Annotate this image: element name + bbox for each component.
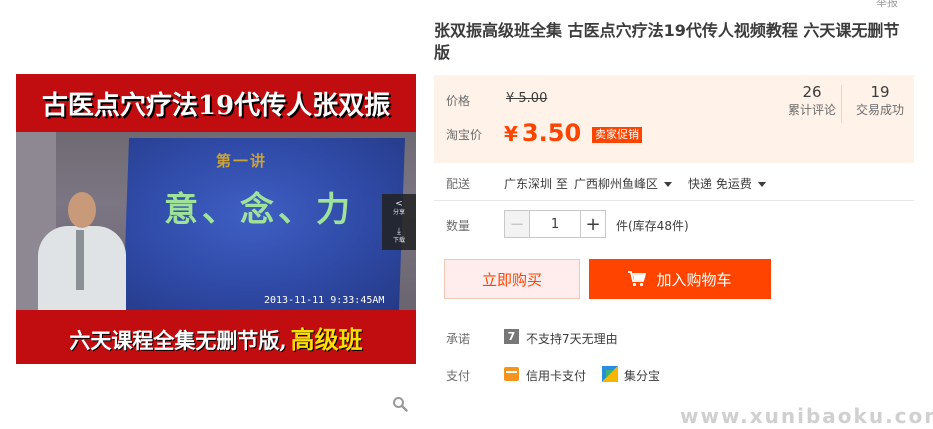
shipping-destination-select[interactable]: 广西柳州鱼峰区 [574,175,673,192]
shipping-row: 配送 广东深圳 至 广西柳州鱼峰区 快递 免运费 [434,173,914,193]
image-bottom-text: 六天课程全集无删节版, 高级班 [69,320,362,355]
lecturer-head [68,192,96,228]
promo-price-value: 3.50 [521,119,582,147]
quantity-input[interactable] [530,210,580,238]
original-price: ¥ 5.00 [506,91,548,106]
quantity-increase-button[interactable]: + [580,210,606,238]
payment-method-jifenbao[interactable]: 集分宝 [624,367,660,384]
image-bottom-main: 六天课程全集无删节版, [69,327,287,353]
share-icon: < [395,198,403,209]
download-icon: ⤓ [397,226,401,237]
reviews-count: 26 [802,83,822,101]
quantity-row: 数量 − + 件(库存48件) [434,210,914,240]
download-label: 下载 [392,236,405,244]
jifenbao-icon [602,366,618,382]
main-product-image[interactable]: 古医点穴疗法19代传人张双振 第一讲 意、念、力 2013-11-11 9:33… [16,74,416,364]
zoom-icon[interactable] [392,396,408,412]
shipping-label: 配送 [446,177,471,191]
sales-stat: 19 交易成功 [848,83,912,119]
chevron-down-icon [757,182,766,187]
image-timestamp: 2013-11-11 9:33:45AM [264,295,385,306]
report-link[interactable]: 举报 [876,0,898,10]
seven-day-icon: 7 [504,329,519,344]
download-button[interactable]: ⤓ 下载 [382,222,416,250]
divider [434,200,914,201]
watermark: www.xunibaoku.com [680,404,933,428]
lecture-scene: 第一讲 意、念、力 2013-11-11 9:33:45AM < 分享 ⤓ 下载 [16,132,416,310]
chevron-down-icon [664,182,673,187]
image-top-text: 古医点穴疗法19代传人张双振 [41,90,391,121]
promise-text[interactable]: 不支持7天无理由 [526,330,618,347]
promo-price: ¥3.50 [504,119,581,148]
cart-icon [628,271,647,287]
screen-subtitle: 第一讲 [216,152,268,170]
quantity-label: 数量 [446,219,471,233]
lecturer-tie [76,230,84,290]
shipping-fee: 快递 免运费 [688,177,752,191]
promo-badge: 卖家促销 [592,127,642,143]
sales-label: 交易成功 [855,103,904,117]
share-label: 分享 [392,208,405,216]
shipping-destination: 广西柳州鱼峰区 [574,177,659,191]
image-top-banner: 古医点穴疗法19代传人张双振 [16,74,416,132]
payment-label: 支付 [446,369,471,383]
share-toolbar: < 分享 ⤓ 下载 [382,194,416,250]
share-button[interactable]: < 分享 [382,194,416,222]
add-to-cart-button[interactable]: 加入购物车 [589,259,771,299]
screen-main-text: 意、念、力 [164,190,354,230]
buy-now-button[interactable]: 立即购买 [444,259,580,299]
shipping-method-select[interactable]: 快递 免运费 [688,175,766,192]
original-price-label: 价格 [446,94,471,108]
add-to-cart-label: 加入购物车 [656,270,732,289]
shipping-from: 广东深圳 至 [504,177,568,191]
stat-divider [841,85,842,123]
credit-card-icon [504,367,519,381]
product-title: 张双振高级班全集 古医点穴疗法19代传人视频教程 六天课无删节版 [434,21,900,62]
image-bottom-banner: 六天课程全集无删节版, 高级班 [16,310,416,364]
quantity-decrease-button[interactable]: − [504,210,530,238]
price-panel: 价格 ¥ 5.00 淘宝价 ¥3.50 卖家促销 26 累计评论 19 交易成功 [434,75,914,163]
reviews-label: 累计评论 [787,103,836,117]
currency-symbol: ¥ [504,122,518,146]
image-bottom-highlight: 高级班 [290,324,363,354]
payment-method-credit-card[interactable]: 信用卡支付 [526,367,586,384]
promo-price-label: 淘宝价 [446,128,483,142]
promise-label: 承诺 [446,332,471,346]
reviews-stat[interactable]: 26 累计评论 [780,83,844,119]
stock-text: 件(库存48件) [616,219,689,233]
quantity-stepper: − + [504,210,606,238]
sales-count: 19 [870,83,890,101]
